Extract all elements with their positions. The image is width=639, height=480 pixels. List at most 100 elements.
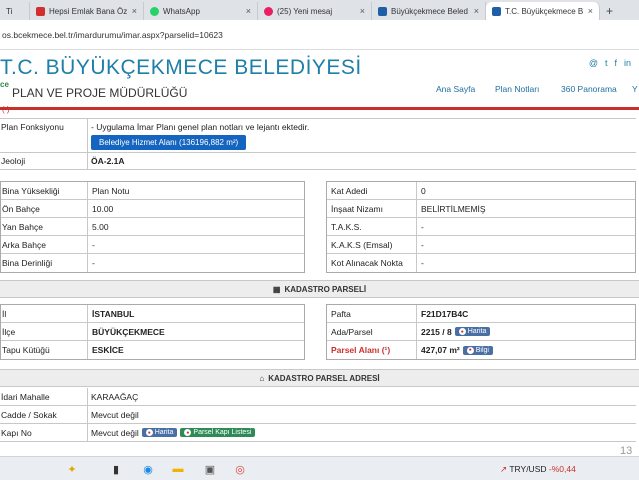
cut-off-fragment: ( ) (2, 105, 10, 114)
table-row: Kapı No Mevcut değil ● Harita ● Parsel Kapı L… (0, 424, 636, 442)
plan-function-label: Plan Fonksiyonu (0, 119, 88, 152)
home-icon: ⌂ (259, 373, 265, 383)
address-bar[interactable]: os.bcekmece.bel.tr/imardurumu/imar.aspx?… (0, 20, 639, 50)
row-label: Parsel Alanı (¹) (327, 341, 417, 359)
municipality-icon (492, 6, 501, 16)
nav-360-panorama[interactable]: 360 Panorama (561, 84, 617, 94)
site-title: T.C. BÜYÜKÇEKMECE BELEDİYESİ (0, 56, 362, 79)
harita-button[interactable]: ● Harita (141, 428, 178, 437)
row-value: Plan Notu (92, 185, 130, 196)
tab-messages[interactable]: (25) Yeni mesaj × (258, 2, 372, 20)
row-label: Cadde / Sokak (0, 406, 88, 423)
instagram-icon[interactable]: @ (589, 58, 598, 68)
hizmet-alani-button[interactable]: Belediye Hizmet Alanı (136196,882 m²) (91, 135, 247, 150)
row-value: 2215 / 8 ● Harita (417, 323, 635, 340)
map-pin-icon: ● (458, 328, 466, 335)
corner-number: 13 (620, 445, 633, 457)
new-tab-button[interactable]: + (600, 2, 619, 20)
close-icon[interactable]: × (588, 6, 593, 16)
row-value: Mevcut değil ● Harita ● Parsel Kapı Listesi (88, 424, 636, 441)
task-view-icon[interactable]: ▮ (108, 461, 124, 477)
row-label: Bina Yüksekliği (1, 182, 88, 199)
row-label: K.A.K.S (Emsal) (327, 236, 417, 253)
edge-icon[interactable]: ◉ (140, 461, 156, 477)
windows-taskbar: ✦ ▮ ◉ ▬ ▣ ◎ ↗ TRY/USD -%0,44 13 (0, 445, 639, 480)
button-label: Parsel Kapı Listesi (193, 429, 252, 436)
kadastro-section-header: ▦ KADASTRO PARSELİ (0, 280, 639, 298)
row-value: Mevcut değil (91, 409, 139, 420)
row-label: Kot Alınacak Nokta (327, 254, 417, 272)
plan-function-value: - Uygulama İmar Planı genel plan notları… (88, 119, 636, 152)
tab-whatsapp[interactable]: WhatsApp × (144, 2, 258, 20)
row-value: - (421, 221, 424, 232)
kadastro-right-table: Pafta F21D17B4C Ada/Parsel 2215 / 8 ● Harita… (326, 304, 636, 360)
close-icon[interactable]: × (474, 6, 479, 16)
table-row: İnşaat Nizamı BELİRTİLMEMİŞ (327, 200, 635, 218)
twitter-icon[interactable]: t (605, 58, 608, 68)
hepsiemlak-icon (36, 6, 45, 16)
currency-widget[interactable]: ↗ TRY/USD -%0,44 (500, 464, 576, 475)
whatsapp-icon (150, 6, 159, 16)
close-icon[interactable]: × (132, 6, 137, 16)
row-value: F21D17B4C (421, 308, 469, 319)
chrome-icon[interactable]: ◎ (232, 461, 248, 477)
tab-hepsiemlak[interactable]: Hepsi Emlak Bana Öz × (30, 2, 144, 20)
table-row: Arka Bahçe - (1, 236, 304, 254)
browser-tab-bar: Ti Hepsi Emlak Bana Öz × WhatsApp × (25) Y… (0, 0, 639, 20)
building-left-table: Bina Yüksekliği Plan Notu Ön Bahçe 10.00 Y… (0, 181, 305, 273)
section-title: KADASTRO PARSEL ADRESİ (268, 373, 380, 383)
table-row: Pafta F21D17B4C (327, 305, 635, 323)
facebook-icon[interactable]: f (614, 58, 617, 68)
table-row: Kat Adedi 0 (327, 182, 635, 200)
bilgi-button[interactable]: ● Bilgi (462, 345, 493, 355)
button-label: Bilgi (475, 346, 489, 354)
info-icon: ● (466, 346, 474, 354)
tab-label: Büyükçekmece Beled (391, 6, 468, 16)
table-row: Yan Bahçe 5.00 (1, 218, 304, 236)
close-icon[interactable]: × (360, 6, 365, 16)
tab-active[interactable]: T.C. Büyükçekmece B × (486, 2, 600, 20)
parsel-kapi-listesi-button[interactable]: ● Parsel Kapı Listesi (180, 428, 256, 437)
social-links: @ t f in (589, 58, 631, 68)
linkedin-icon[interactable]: in (624, 58, 631, 68)
table-row: Kot Alınacak Nokta - (327, 254, 635, 272)
table-row: Ada/Parsel 2215 / 8 ● Harita (327, 323, 635, 341)
row-value: - (421, 258, 424, 268)
table-row: Bina Derinliği - (1, 254, 304, 272)
row-value: BELİRTİLMEMİŞ (421, 203, 486, 214)
grid-icon: ▦ (272, 284, 281, 294)
tab-belediye[interactable]: Büyükçekmece Beled × (372, 2, 486, 20)
site-subtitle: PLAN VE PROJE MÜDÜRLÜĞÜ (12, 86, 188, 100)
file-explorer-icon[interactable]: ▬ (170, 461, 186, 477)
store-icon[interactable]: ▣ (202, 461, 218, 477)
table-row: Bina Yüksekliği Plan Notu (1, 182, 304, 200)
row-label: Yan Bahçe (1, 218, 88, 235)
button-label: Harita (467, 328, 487, 335)
building-right-table: Kat Adedi 0 İnşaat Nizamı BELİRTİLMEMİŞ T.… (326, 181, 636, 273)
table-row: İlçe BÜYÜKÇEKMECE (1, 323, 304, 341)
sparkle-icon[interactable]: ✦ (64, 461, 80, 477)
main-content: ( ) Plan Fonksiyonu - Uygulama İmar Plan… (0, 105, 639, 456)
nav-more[interactable]: Y (632, 84, 638, 94)
jeoloji-label: Jeoloji (0, 153, 88, 169)
row-label: İnşaat Nizamı (327, 200, 417, 217)
site-header: T.C. BÜYÜKÇEKMECE BELEDİYESİ ce PLAN VE … (0, 50, 639, 107)
plan-function-text: - Uygulama İmar Planı genel plan notları… (91, 122, 310, 132)
plan-function-row: Plan Fonksiyonu - Uygulama İmar Planı ge… (0, 118, 636, 153)
row-label: Ada/Parsel (327, 323, 417, 340)
close-icon[interactable]: × (246, 6, 251, 16)
row-value: BÜYÜKÇEKMECE (92, 326, 165, 337)
row-label: Pafta (327, 305, 417, 322)
row-value: 5.00 (92, 221, 109, 232)
tab-0[interactable]: Ti (0, 2, 30, 20)
nav-ana-sayfa[interactable]: Ana Sayfa (436, 84, 475, 94)
harita-button[interactable]: ● Harita (454, 327, 491, 336)
row-label: Kat Adedi (327, 182, 417, 199)
row-value: KARAAĞAÇ (91, 391, 139, 402)
logo-mark: ce (0, 80, 9, 89)
row-value: 10.00 (92, 203, 114, 214)
table-row: Parsel Alanı (¹) 427,07 m² ● Bilgi (327, 341, 635, 359)
row-value: - (92, 258, 95, 268)
nav-plan-notlari[interactable]: Plan Notları (495, 84, 539, 94)
button-label: Harita (154, 429, 174, 436)
